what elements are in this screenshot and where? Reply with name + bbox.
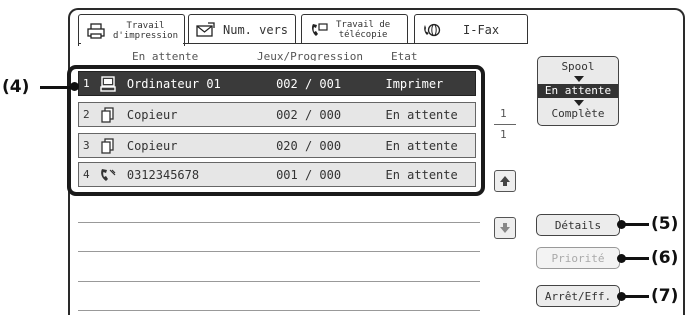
scroll-down-button[interactable] xyxy=(494,217,516,239)
callout-label-priority: (6) xyxy=(651,248,679,268)
job-status: En attente xyxy=(385,167,458,182)
callout-leader xyxy=(621,223,649,226)
column-header-progress: Jeux/Progression xyxy=(257,50,363,61)
empty-row-line xyxy=(78,251,480,252)
internet-fax-icon xyxy=(421,21,443,39)
stop-delete-button[interactable]: Arrêt/Eff. xyxy=(536,285,620,307)
callout-label-list: (4) xyxy=(2,77,30,97)
tab-ifax[interactable]: I-Fax xyxy=(414,14,528,44)
callout-leader xyxy=(621,295,649,298)
tab-label: Travail d'impression xyxy=(113,20,179,41)
job-number: 2 xyxy=(83,108,90,121)
printer-icon xyxy=(85,22,107,40)
job-status: En attente xyxy=(385,138,458,153)
arrow-down-icon xyxy=(574,100,584,106)
scroll-up-button[interactable] xyxy=(494,170,516,192)
callout-leader xyxy=(621,257,649,260)
queue-option-complete[interactable]: Complète xyxy=(538,107,618,121)
job-progress: 002 / 000 xyxy=(276,107,342,122)
queue-option-spool[interactable]: Spool xyxy=(538,60,618,74)
job-row[interactable]: 4 0312345678 001 / 000 En attente xyxy=(78,162,476,187)
job-number: 1 xyxy=(83,77,90,90)
tab-scan-send[interactable]: Num. vers xyxy=(188,14,296,44)
page-divider xyxy=(494,124,516,125)
job-row[interactable]: 3 Copieur 020 / 000 En attente xyxy=(78,133,476,158)
callout-leader xyxy=(40,86,74,89)
tab-label: Travail de télécopie xyxy=(336,19,391,40)
job-row[interactable]: 1 Ordinateur 01 002 / 001 Imprimer xyxy=(78,71,476,96)
job-name: Ordinateur 01 xyxy=(126,76,221,91)
job-number: 3 xyxy=(83,139,90,152)
job-progress: 001 / 000 xyxy=(276,167,342,182)
column-header-name: En attente xyxy=(132,50,199,61)
copy-job-icon xyxy=(97,136,119,156)
computer-job-icon xyxy=(97,74,119,94)
job-name: Copieur xyxy=(126,107,178,122)
job-row[interactable]: 2 Copieur 002 / 000 En attente xyxy=(78,102,476,127)
scan-send-icon xyxy=(195,21,217,39)
column-header-status: Etat xyxy=(391,50,418,61)
fax-icon xyxy=(308,21,330,39)
tab-label: I-Fax xyxy=(463,22,500,37)
copy-job-icon xyxy=(97,105,119,125)
arrow-up-icon xyxy=(499,172,511,191)
queue-option-waiting[interactable]: En attente xyxy=(538,84,618,98)
job-progress: 002 / 001 xyxy=(276,76,342,91)
job-name: 0312345678 xyxy=(126,167,200,182)
empty-row-line xyxy=(78,281,480,282)
empty-row-line xyxy=(78,222,480,223)
tab-fax-job[interactable]: Travail de télécopie xyxy=(301,14,408,44)
arrow-down-icon xyxy=(574,76,584,82)
job-status: En attente xyxy=(385,107,458,122)
job-number: 4 xyxy=(83,168,90,181)
fax-job-icon xyxy=(97,165,119,185)
page-current: 1 xyxy=(500,107,507,120)
job-status: Imprimer xyxy=(385,76,444,91)
job-name: Copieur xyxy=(126,138,178,153)
tab-label: Num. vers xyxy=(223,22,289,37)
callout-dot xyxy=(70,82,79,91)
callout-label-details: (5) xyxy=(651,214,679,234)
callout-label-stop: (7) xyxy=(651,286,679,306)
job-progress: 020 / 000 xyxy=(276,138,342,153)
page-total: 1 xyxy=(500,128,507,141)
arrow-down-icon xyxy=(499,219,511,238)
job-queue-selector[interactable]: Spool En attente Complète xyxy=(537,56,619,126)
empty-row-line xyxy=(78,310,480,311)
details-button[interactable]: Détails xyxy=(536,214,620,236)
priority-button[interactable]: Priorité xyxy=(536,247,620,269)
